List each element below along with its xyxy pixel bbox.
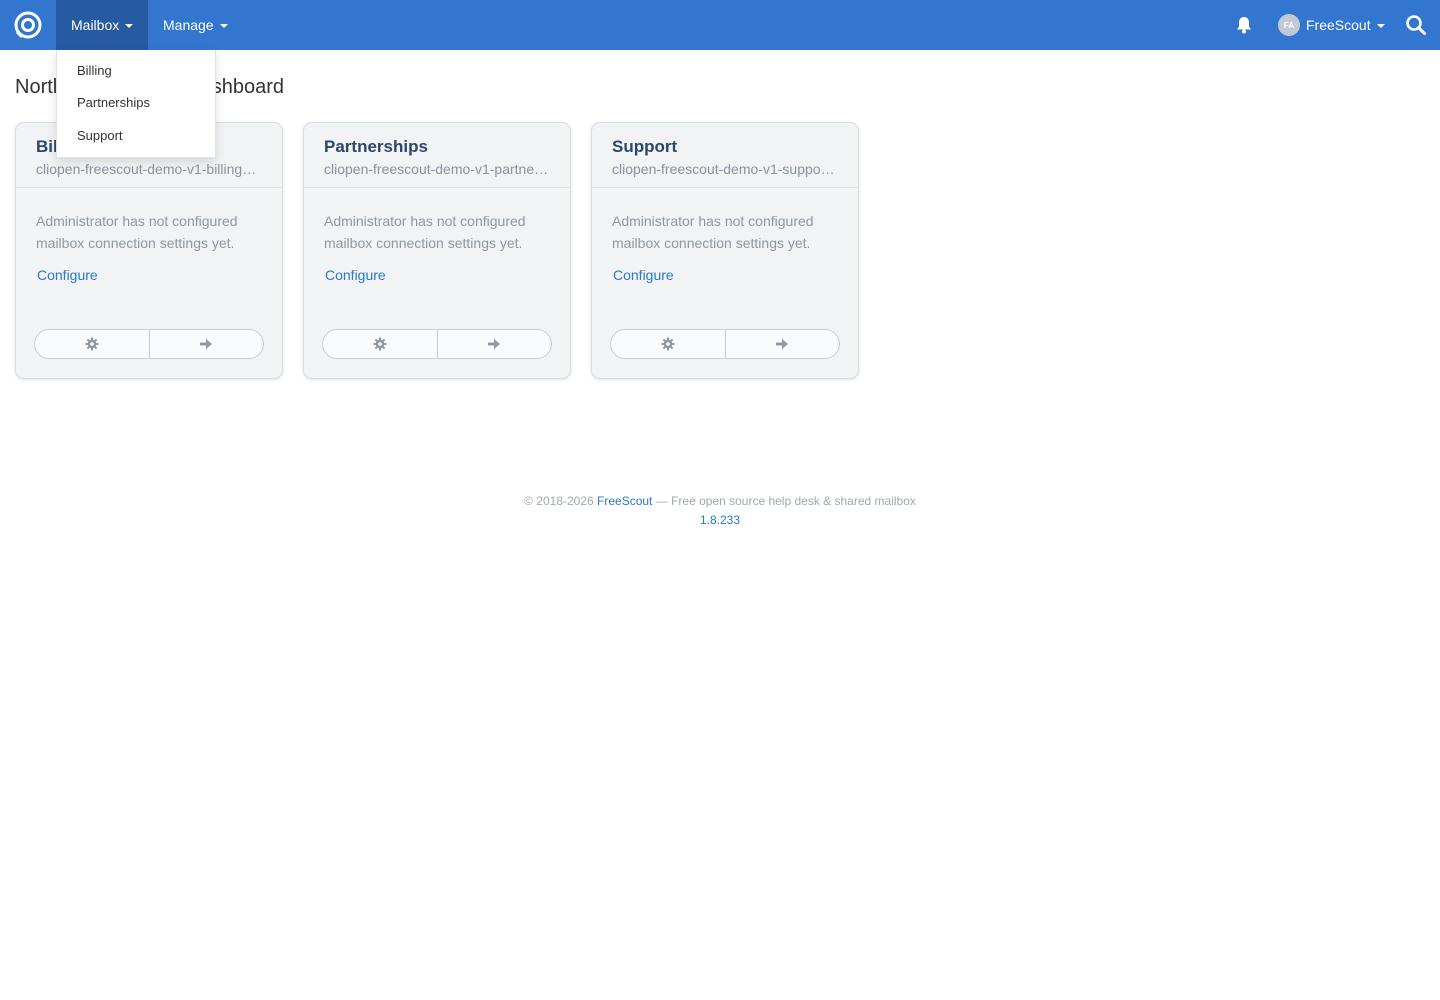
footer: © 2018-2026 FreeScout — Free open source… [0, 492, 1440, 530]
user-menu[interactable]: FA FreeScout [1278, 13, 1385, 37]
card-body: Administrator has not configured mailbox… [592, 188, 858, 285]
freescout-logo-icon[interactable] [13, 10, 43, 40]
footer-brand-link[interactable]: FreeScout [597, 494, 652, 508]
card-message: Administrator has not configured mailbox… [612, 213, 814, 251]
gear-icon [85, 337, 99, 351]
arrow-right-icon [200, 339, 213, 349]
search-icon[interactable] [1405, 14, 1427, 36]
gear-icon [661, 337, 675, 351]
card-button-group [610, 329, 840, 359]
nav-manage-label: Manage [163, 17, 214, 33]
card-message: Administrator has not configured mailbox… [36, 213, 238, 251]
card-button-group [322, 329, 552, 359]
top-navbar: Mailbox Manage FA FreeScout [0, 0, 1440, 50]
mailbox-card-support: Support cliopen-freescout-demo-v1-suppor… [591, 122, 859, 379]
footer-line: © 2018-2026 FreeScout — Free open source… [0, 492, 1440, 511]
card-button-group [34, 329, 264, 359]
mailbox-card-partnerships: Partnerships cliopen-freescout-demo-v1-p… [303, 122, 571, 379]
caret-down-icon [219, 24, 228, 28]
nav-mailbox-label: Mailbox [71, 17, 120, 33]
gear-icon [373, 337, 387, 351]
footer-version-link[interactable]: 1.8.233 [700, 513, 740, 527]
card-mailbox-email: cliopen-freescout-demo-v1-support@exampl… [612, 161, 838, 177]
dropdown-item-support[interactable]: Support [57, 119, 215, 152]
card-message: Administrator has not configured mailbox… [324, 213, 526, 251]
configure-link[interactable]: Configure [37, 267, 98, 283]
card-body: Administrator has not configured mailbox… [304, 188, 570, 285]
card-mailbox-email: cliopen-freescout-demo-v1-billing@exampl… [36, 161, 262, 177]
nav-mailbox-menu[interactable]: Mailbox [56, 0, 148, 50]
user-name: FreeScout [1306, 17, 1371, 33]
mailbox-settings-button[interactable] [323, 330, 437, 358]
dropdown-item-billing[interactable]: Billing [57, 54, 215, 87]
card-mailbox-email: cliopen-freescout-demo-v1-partnerships@e… [324, 161, 550, 177]
avatar: FA [1278, 14, 1300, 36]
configure-link[interactable]: Configure [325, 267, 386, 283]
caret-down-icon [125, 24, 134, 28]
arrow-right-icon [488, 339, 501, 349]
mailbox-card-billing: Billing cliopen-freescout-demo-v1-billin… [15, 122, 283, 379]
dropdown-item-partnerships[interactable]: Partnerships [57, 87, 215, 120]
mailbox-settings-button[interactable] [35, 330, 149, 358]
arrow-right-icon [776, 339, 789, 349]
caret-down-icon [1376, 24, 1385, 28]
card-mailbox-name[interactable]: Support [612, 137, 838, 157]
nav-manage-menu[interactable]: Manage [148, 0, 243, 50]
footer-tagline: — Free open source help desk & shared ma… [655, 494, 916, 508]
mailbox-settings-button[interactable] [611, 330, 725, 358]
card-body: Administrator has not configured mailbox… [16, 188, 282, 285]
open-mailbox-button[interactable] [436, 330, 552, 358]
footer-copyright: © 2018-2026 [524, 494, 594, 508]
open-mailbox-button[interactable] [148, 330, 264, 358]
bell-icon[interactable] [1234, 15, 1254, 35]
card-mailbox-name[interactable]: Partnerships [324, 137, 550, 157]
card-header: Partnerships cliopen-freescout-demo-v1-p… [304, 123, 570, 188]
card-header: Support cliopen-freescout-demo-v1-suppor… [592, 123, 858, 188]
open-mailbox-button[interactable] [724, 330, 840, 358]
configure-link[interactable]: Configure [613, 267, 674, 283]
mailbox-dropdown-menu: Billing Partnerships Support [56, 50, 216, 158]
